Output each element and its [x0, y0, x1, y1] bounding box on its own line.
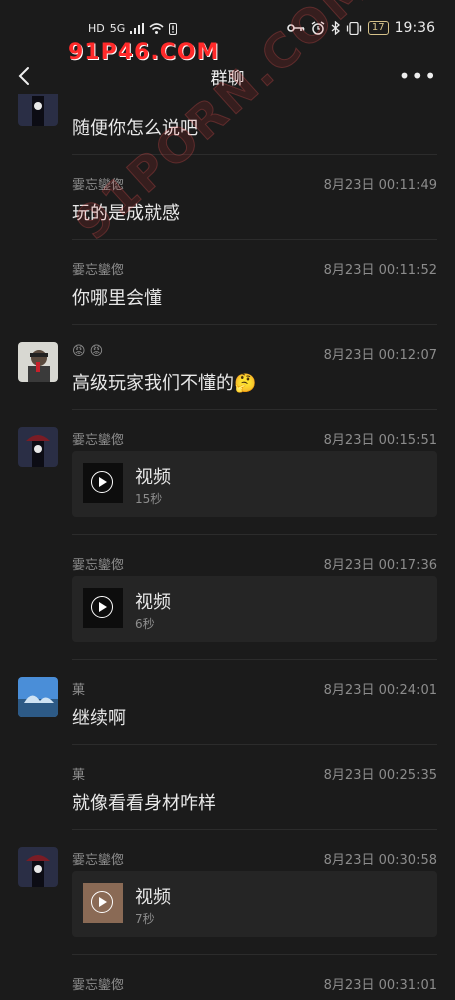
status-right-icons: 17 19:36: [287, 20, 435, 36]
message-text: 继续啊: [72, 708, 126, 729]
wifi-icon: [149, 23, 164, 34]
video-thumbnail: [83, 883, 123, 923]
avatar-ghost[interactable]: [18, 847, 58, 887]
sender-name: 霎忘鑾偬: [72, 558, 125, 573]
vibrate-icon: [346, 21, 362, 35]
message-text: 就像看看身材咋样: [72, 793, 216, 814]
video-message[interactable]: 视频 15秒: [72, 451, 437, 517]
divider: [72, 534, 437, 535]
divider: [72, 954, 437, 955]
divider: [72, 239, 437, 240]
message-time: 8月23日 00:11:52: [323, 263, 437, 278]
sender-name: 😡 😡: [72, 344, 104, 359]
message-text: 高级玩家我们不懂的🤔: [72, 373, 257, 394]
message-time: 8月23日 00:12:07: [323, 348, 437, 363]
sender-name: 菓: [72, 683, 86, 698]
message-text: 随便你怎么说吧: [72, 118, 198, 139]
sender-name: 霎忘鑾偬: [72, 178, 125, 193]
page-title: 群聊: [210, 69, 245, 89]
avatar-ghost[interactable]: [18, 94, 58, 126]
alert-icon: [169, 22, 178, 35]
message-time: 8月23日 00:31:01: [323, 978, 437, 993]
video-thumbnail: [83, 588, 123, 628]
message-text: 玩的是成就感: [72, 203, 180, 224]
hd-icon: HD: [88, 22, 105, 35]
play-icon: [91, 471, 113, 493]
alarm-icon: [311, 21, 325, 35]
avatar-ghost[interactable]: [18, 427, 58, 467]
divider: [72, 409, 437, 410]
signal-icon: [130, 23, 145, 34]
more-options-button[interactable]: •••: [399, 64, 437, 88]
video-duration: 6秒: [135, 617, 155, 631]
status-left-icons: HD 5G: [88, 22, 178, 35]
message-time: 8月23日 00:17:36: [323, 558, 437, 573]
sender-name: 霎忘鑾偬: [72, 263, 125, 278]
watermark-logo: 91P46.COM: [68, 40, 220, 65]
video-message[interactable]: 视频 6秒: [72, 576, 437, 642]
message-time: 8月23日 00:15:51: [323, 433, 437, 448]
message-time: 8月23日 00:30:58: [323, 853, 437, 868]
play-icon: [91, 891, 113, 913]
sender-name: 霎忘鑾偬: [72, 978, 125, 993]
video-label: 视频: [135, 887, 171, 908]
video-duration: 7秒: [135, 912, 155, 926]
bluetooth-icon: [331, 21, 340, 35]
message-time: 8月23日 00:11:49: [323, 178, 437, 193]
divider: [72, 324, 437, 325]
sender-name: 霎忘鑾偬: [72, 433, 125, 448]
video-message[interactable]: 视频 7秒: [72, 871, 437, 937]
divider: [72, 829, 437, 830]
battery-indicator: 17: [367, 21, 389, 35]
divider: [72, 659, 437, 660]
5g-icon: 5G: [109, 22, 126, 35]
chat-list[interactable]: 随便你怎么说吧 霎忘鑾偬 8月23日 00:11:49 玩的是成就感 霎忘鑾偬 …: [0, 94, 455, 1000]
video-thumbnail: [83, 463, 123, 503]
clock: 19:36: [394, 20, 435, 36]
message-text: 你哪里会懂: [72, 288, 162, 309]
avatar-photo[interactable]: [18, 342, 58, 382]
sender-name: 霎忘鑾偬: [72, 853, 125, 868]
avatar-landscape[interactable]: [18, 677, 58, 717]
key-icon: [287, 24, 305, 32]
video-label: 视频: [135, 467, 171, 488]
video-duration: 15秒: [135, 492, 163, 506]
video-label: 视频: [135, 592, 171, 613]
message-time: 8月23日 00:24:01: [323, 683, 437, 698]
divider: [72, 154, 437, 155]
divider: [72, 744, 437, 745]
message-time: 8月23日 00:25:35: [323, 768, 437, 783]
play-icon: [91, 596, 113, 618]
sender-name: 菓: [72, 768, 86, 783]
